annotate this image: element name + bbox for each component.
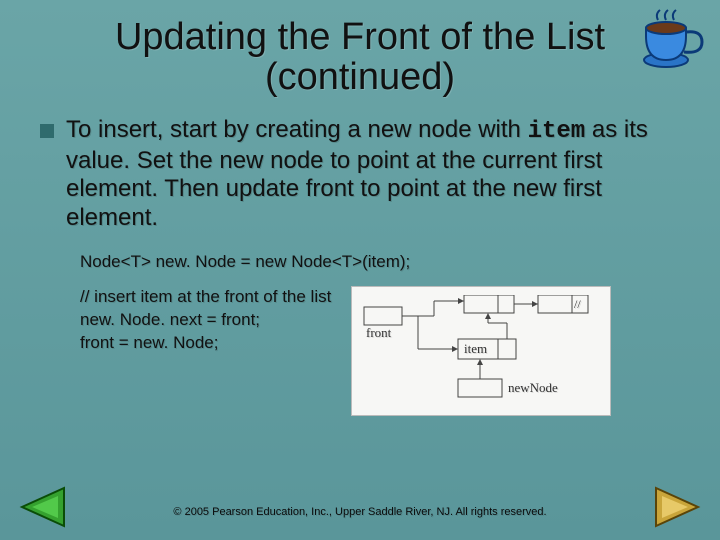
next-slide-button[interactable] bbox=[654, 486, 702, 528]
slide: Updating the Front of the List (continue… bbox=[0, 0, 720, 540]
slide-title: Updating the Front of the List (continue… bbox=[40, 18, 680, 98]
code-lines: // insert item at the front of the list … bbox=[80, 286, 331, 355]
bullet-text-pre: To insert, start by creating a new node … bbox=[66, 116, 528, 143]
code-line-1: Node<T> new. Node = new Node<T>(item); bbox=[80, 251, 680, 274]
diagram-null-slash: // bbox=[574, 297, 581, 311]
linked-list-diagram: front // bbox=[351, 286, 611, 416]
copyright-footer: © 2005 Pearson Education, Inc., Upper Sa… bbox=[0, 506, 720, 518]
bullet-text: To insert, start by creating a new node … bbox=[66, 116, 680, 233]
diagram-front-label: front bbox=[366, 325, 392, 340]
code-line-2: new. Node. next = front; bbox=[80, 309, 331, 332]
coffee-cup-icon bbox=[636, 6, 706, 77]
code-comment: // insert item at the front of the list bbox=[80, 286, 331, 309]
code-block: Node<T> new. Node = new Node<T>(item); /… bbox=[80, 251, 680, 416]
prev-slide-button[interactable] bbox=[18, 486, 66, 528]
bullet-row: To insert, start by creating a new node … bbox=[40, 116, 680, 233]
diagram-item-label: item bbox=[464, 341, 487, 356]
code-line-3: front = new. Node; bbox=[80, 332, 331, 355]
bullet-icon bbox=[40, 124, 54, 138]
bullet-text-mono: item bbox=[528, 118, 586, 145]
diagram-newnode-label: newNode bbox=[508, 380, 558, 395]
